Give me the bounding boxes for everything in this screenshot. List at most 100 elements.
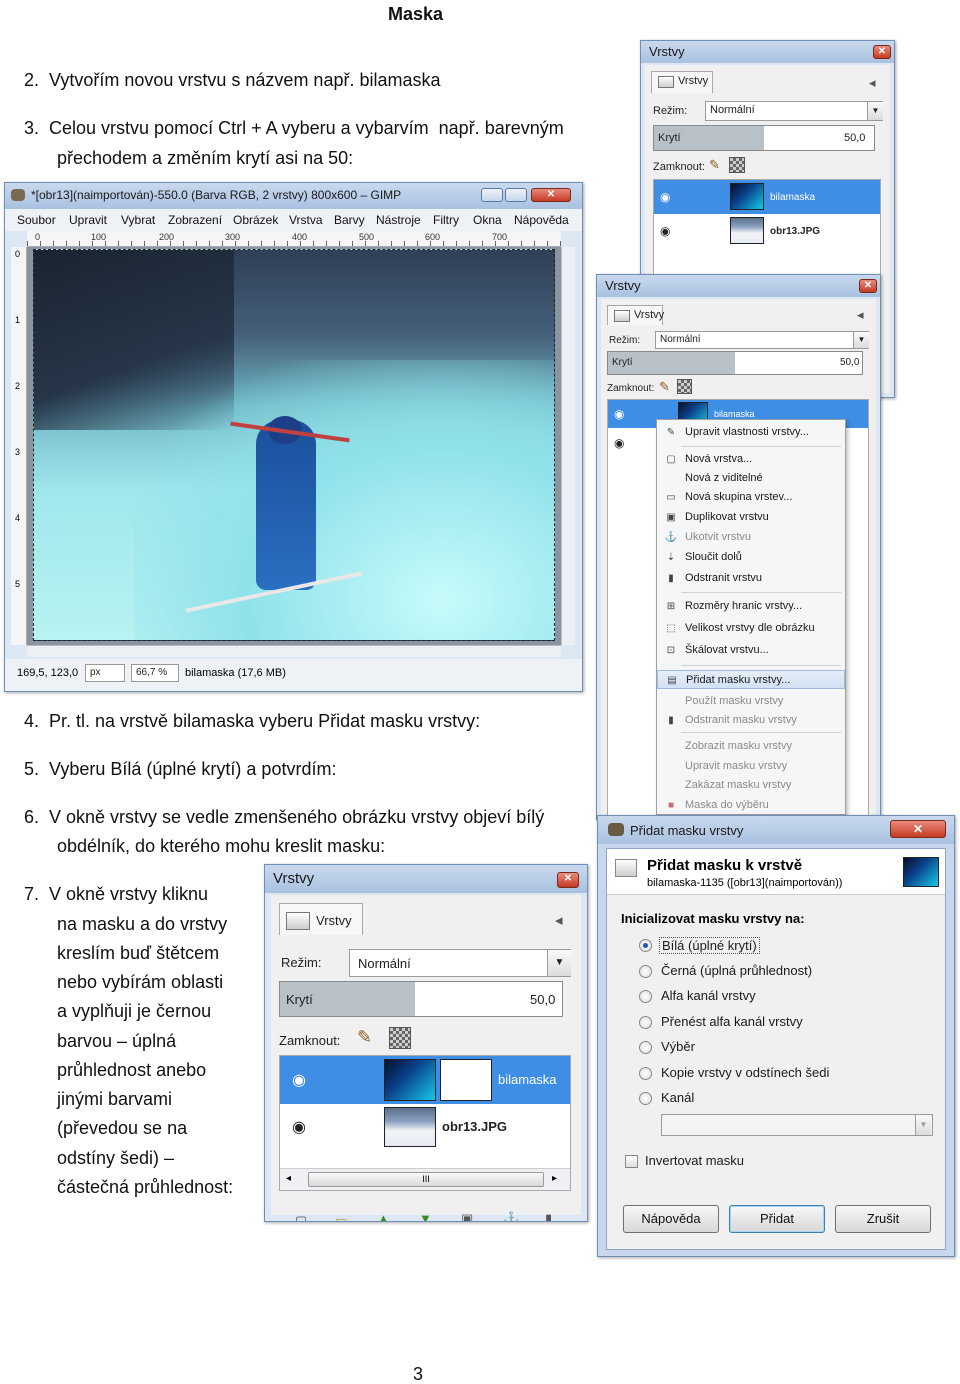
layers-a-menu-icon[interactable]: ◂ — [869, 75, 876, 91]
menu-barvy[interactable]: Barvy — [334, 213, 365, 227]
layers-c-close-button[interactable]: ✕ — [557, 872, 579, 888]
menu-item-new-layer[interactable]: ▢ Nová vrstva... — [657, 450, 845, 469]
layers-c-opacity-slider[interactable]: Krytí 50,0 — [279, 981, 563, 1017]
menu-item-mask-to-selection[interactable]: ■ Maska do výběru — [657, 796, 845, 815]
delete-layer-icon[interactable]: ▮ — [545, 1211, 552, 1221]
layers-c-lock-alpha-icon[interactable] — [389, 1027, 411, 1049]
layers-a-mode-arrow[interactable]: ▼ — [867, 102, 883, 120]
menu-vrstva[interactable]: Vrstva — [289, 213, 323, 227]
option-selection[interactable]: Výběr — [661, 1039, 695, 1054]
radio-channel[interactable] — [639, 1092, 652, 1105]
layers-b-opacity-slider[interactable]: Krytí 50,0 — [607, 351, 863, 375]
option-layer-alpha[interactable]: Alfa kanál vrstvy — [661, 988, 756, 1003]
menu-upravit[interactable]: Upravit — [69, 213, 107, 227]
menu-item-new-from-visible[interactable]: Nová z viditelné — [657, 469, 845, 488]
anchor-layer-icon[interactable]: ⚓ — [503, 1211, 519, 1221]
menu-item-show-mask[interactable]: Zobrazit masku vrstvy — [657, 737, 845, 756]
radio-layer-alpha[interactable] — [639, 990, 652, 1003]
layer-mask-thumbnail[interactable] — [440, 1059, 492, 1101]
option-grayscale-copy[interactable]: Kopie vrstvy v odstínech šedi — [661, 1065, 829, 1080]
image-canvas[interactable] — [27, 247, 561, 645]
layers-c-row-bilamaska[interactable]: ◉ bilamaska — [280, 1056, 570, 1104]
layers-a-mode-select[interactable]: Normální — [705, 101, 883, 121]
invert-mask-label[interactable]: Invertovat masku — [645, 1153, 744, 1168]
layers-b-tab[interactable]: Vrstvy — [607, 305, 664, 325]
layers-a-opacity-slider[interactable]: Krytí 50,0 — [653, 125, 875, 151]
vertical-scrollbar[interactable] — [561, 247, 575, 645]
radio-black-full-transparency[interactable] — [639, 965, 652, 978]
scroll-thumb[interactable]: III — [308, 1172, 544, 1187]
menu-item-apply-mask[interactable]: Použít masku vrstvy — [657, 692, 845, 711]
invert-mask-checkbox[interactable] — [625, 1155, 638, 1168]
layers-a-row-obr13[interactable]: ◉ obr13.JPG — [654, 214, 880, 248]
menu-item-edit-mask[interactable]: Upravit masku vrstvy — [657, 757, 845, 776]
layers-c-menu-icon[interactable]: ◂ — [555, 911, 563, 929]
visibility-eye-icon[interactable]: ◉ — [660, 224, 670, 238]
layers-c-lock-pixels-icon[interactable]: ✎ — [357, 1027, 372, 1048]
maximize-button[interactable] — [505, 188, 527, 202]
menu-item-edit-properties[interactable]: ✎ Upravit vlastnosti vrstvy... — [657, 423, 845, 442]
close-button[interactable]: ✕ — [531, 188, 571, 202]
raise-layer-icon[interactable]: ▲ — [377, 1211, 390, 1221]
menu-obrazek[interactable]: Obrázek — [233, 213, 278, 227]
radio-selection[interactable] — [639, 1041, 652, 1054]
layers-a-close-button[interactable]: ✕ — [873, 45, 891, 59]
channel-select-arrow[interactable]: ▼ — [915, 1115, 931, 1135]
layers-a-row-bilamaska[interactable]: ◉ bilamaska — [654, 180, 880, 214]
menu-item-scale-layer[interactable]: ⊡ Škálovat vrstvu... — [657, 641, 845, 660]
scroll-left-arrow[interactable]: ◂ — [286, 1173, 291, 1184]
add-button[interactable]: Přidat — [729, 1205, 825, 1233]
visibility-eye-icon[interactable]: ◉ — [614, 436, 624, 450]
lower-layer-icon[interactable]: ▼ — [419, 1211, 432, 1221]
layers-a-lock-pixels-icon[interactable]: ✎ — [709, 157, 720, 173]
menu-item-anchor[interactable]: ⚓ Ukotvit vrstvu — [657, 528, 845, 547]
menu-item-layer-to-image-size[interactable]: ⬚ Velikost vrstvy dle obrázku — [657, 619, 845, 638]
option-channel[interactable]: Kanál — [661, 1090, 694, 1105]
visibility-eye-icon[interactable]: ◉ — [292, 1117, 306, 1137]
menu-item-delete-layer[interactable]: ▮ Odstranit vrstvu — [657, 569, 845, 588]
radio-transfer-alpha[interactable] — [639, 1016, 652, 1029]
menu-item-delete-mask[interactable]: ▮ Odstranit masku vrstvy — [657, 711, 845, 730]
new-layer-icon[interactable]: ▢ — [295, 1213, 307, 1221]
channel-select[interactable] — [661, 1114, 933, 1136]
layers-b-mode-select[interactable]: Normální — [655, 331, 869, 349]
option-black-full-transparency[interactable]: Černá (úplná průhlednost) — [661, 963, 812, 978]
layers-c-row-obr13[interactable]: ◉ obr13.JPG — [280, 1104, 570, 1150]
menu-vybrat[interactable]: Vybrat — [121, 213, 155, 227]
cancel-button[interactable]: Zrušit — [835, 1205, 931, 1233]
layer-thumbnail[interactable] — [384, 1107, 436, 1147]
layers-b-menu-icon[interactable]: ◂ — [857, 307, 864, 323]
visibility-eye-icon[interactable]: ◉ — [292, 1070, 306, 1090]
zoom-select[interactable]: 66,7 % — [131, 664, 179, 682]
layers-b-mode-arrow[interactable]: ▼ — [853, 332, 869, 348]
menu-nastroje[interactable]: Nástroje — [376, 213, 421, 227]
menu-item-add-layer-mask[interactable]: ▤ Přidat masku vrstvy... — [657, 670, 845, 689]
layers-b-lock-pixels-icon[interactable]: ✎ — [659, 379, 670, 395]
unit-select[interactable]: px — [85, 664, 125, 682]
menu-item-boundary-size[interactable]: ⊞ Rozměry hranic vrstvy... — [657, 597, 845, 616]
menu-zobrazeni[interactable]: Zobrazení — [168, 213, 222, 227]
help-button[interactable]: Nápověda — [623, 1205, 719, 1233]
minimize-button[interactable] — [481, 188, 503, 202]
layers-c-mode-select[interactable]: Normální — [349, 949, 571, 977]
menu-napoveda[interactable]: Nápověda — [514, 213, 569, 227]
layers-c-hscrollbar[interactable]: ◂ III ▸ — [280, 1168, 570, 1190]
menu-filtry[interactable]: Filtry — [433, 213, 459, 227]
duplicate-layer-icon[interactable]: ▣ — [461, 1211, 473, 1221]
layers-c-mode-arrow[interactable]: ▼ — [547, 950, 571, 976]
visibility-eye-icon[interactable]: ◉ — [614, 407, 624, 421]
menu-item-merge-down[interactable]: ⇣ Sloučit dolů — [657, 548, 845, 567]
visibility-eye-icon[interactable]: ◉ — [660, 190, 670, 204]
scroll-right-arrow[interactable]: ▸ — [552, 1173, 557, 1184]
layer-thumbnail[interactable] — [384, 1059, 436, 1101]
new-group-folder-icon[interactable]: ▭ — [335, 1213, 347, 1221]
option-white-full-opacity[interactable]: Bílá (úplné krytí) — [659, 937, 760, 954]
radio-grayscale-copy[interactable] — [639, 1067, 652, 1080]
menu-item-new-group[interactable]: ▭ Nová skupina vrstev... — [657, 488, 845, 507]
radio-white-full-opacity[interactable] — [639, 939, 652, 952]
layers-b-close-button[interactable]: ✕ — [859, 279, 877, 293]
horizontal-scrollbar[interactable] — [27, 645, 561, 657]
menu-soubor[interactable]: Soubor — [17, 213, 56, 227]
layers-c-tab[interactable]: Vrstvy — [279, 903, 363, 935]
layers-b-lock-alpha-icon[interactable] — [677, 379, 692, 394]
